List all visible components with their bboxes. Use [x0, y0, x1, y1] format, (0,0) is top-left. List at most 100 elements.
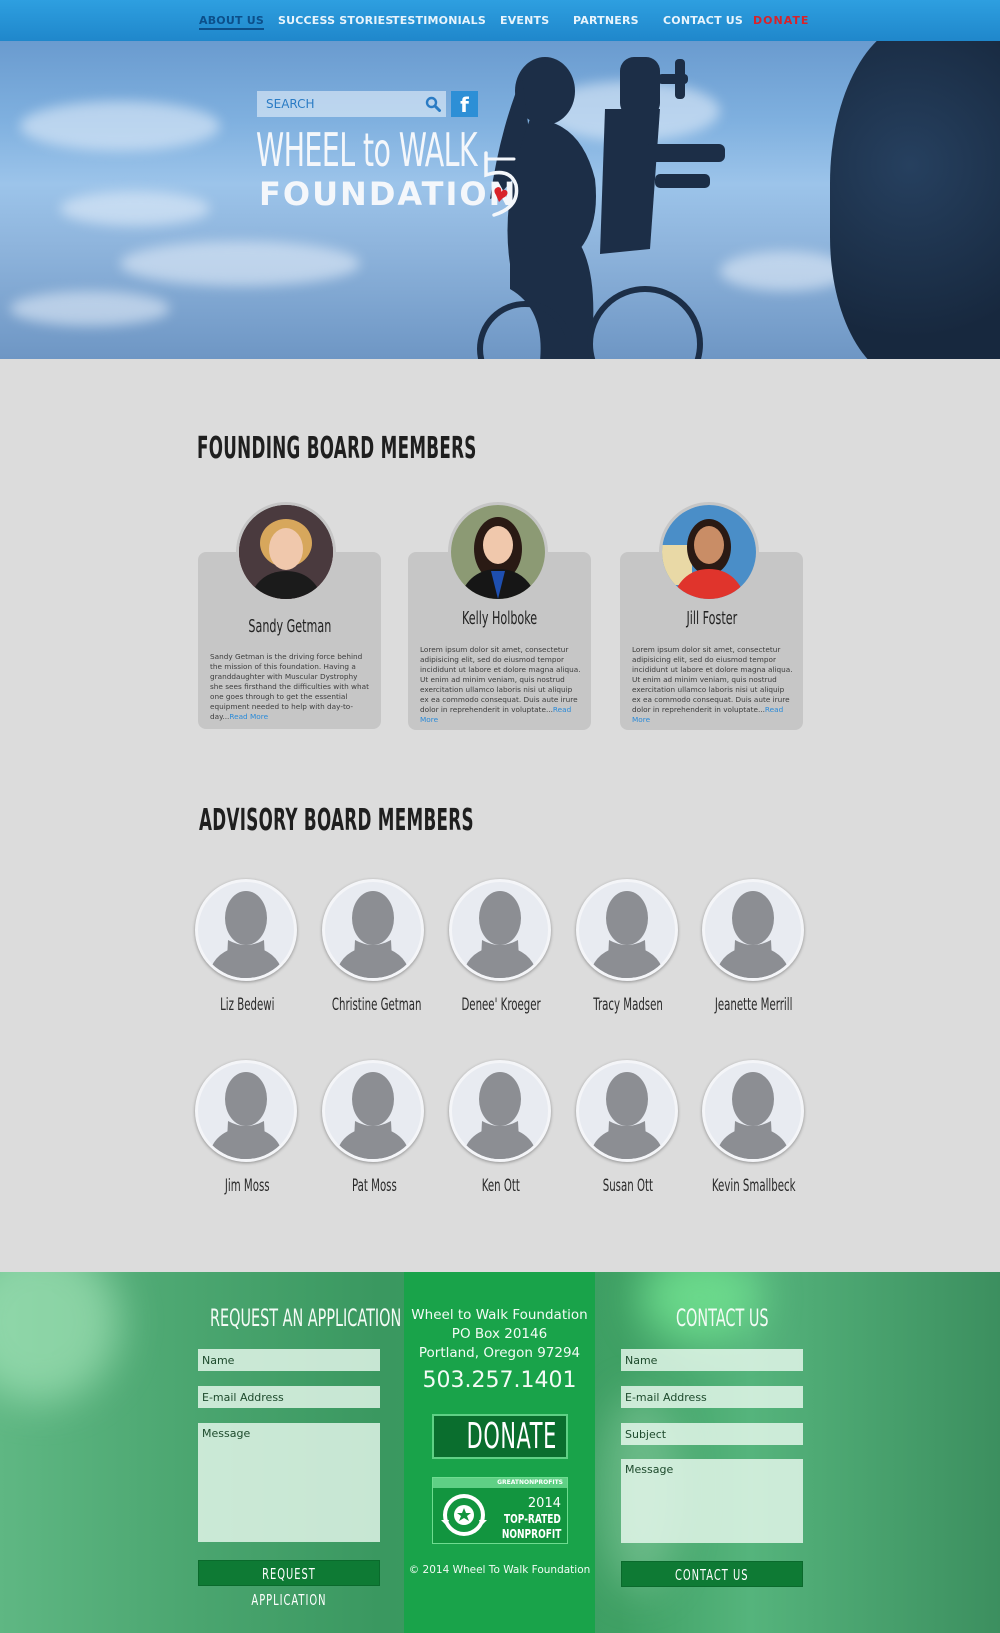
application-email-field[interactable]	[198, 1386, 380, 1408]
advisory-member: Christine Getman	[322, 879, 426, 1015]
top-navigation: ABOUT US SUCCESS STORIES TESTIMONIALS EV…	[0, 0, 1000, 41]
facebook-icon: f	[460, 93, 469, 117]
advisory-member: Susan Ott	[576, 1060, 680, 1196]
avatar-placeholder	[322, 1060, 424, 1162]
badge-line-1: TOP-RATED	[504, 1512, 561, 1526]
contact-subject-field[interactable]	[621, 1423, 803, 1445]
trees-silhouette	[830, 41, 1000, 359]
member-bio: Sandy Getman is the driving force behind…	[210, 652, 369, 721]
nav-contact-us[interactable]: CONTACT US	[663, 14, 743, 27]
advisory-member-name: Denee' Kroeger	[461, 995, 541, 1015]
phone-number[interactable]: 503.257.1401	[404, 1368, 595, 1393]
light-glow	[0, 1272, 120, 1402]
advisory-member-name: Christine Getman	[331, 995, 422, 1015]
portrait-photo	[451, 505, 545, 599]
avatar-placeholder	[195, 1060, 297, 1162]
avatar-placeholder	[702, 879, 804, 981]
copyright: © 2014 Wheel To Walk Foundation	[408, 1564, 591, 1576]
badge-line-2: NONPROFIT	[501, 1527, 561, 1541]
cloud	[60, 191, 210, 226]
advisory-member: Denee' Kroeger	[449, 879, 553, 1015]
user-silhouette-icon	[335, 1072, 411, 1159]
footer: REQUEST AN APPLICATION REQUEST APPLICATI…	[0, 1272, 1000, 1633]
advisory-member-name: Pat Moss	[351, 1176, 397, 1196]
search-button[interactable]	[420, 91, 446, 117]
user-silhouette-icon	[208, 1072, 284, 1159]
read-more-link[interactable]: Read More	[229, 712, 268, 721]
member-name: Kelly Holboke	[461, 608, 538, 629]
avatar-placeholder	[449, 879, 551, 981]
advisory-member: Tracy Madsen	[576, 879, 680, 1015]
member-name: Sandy Getman	[248, 616, 331, 637]
award-seal-icon	[441, 1494, 487, 1536]
nav-events[interactable]: EVENTS	[500, 14, 549, 27]
heart-icon	[494, 187, 508, 202]
application-message-field[interactable]	[198, 1423, 380, 1542]
avatar-placeholder	[195, 879, 297, 981]
user-silhouette-icon	[208, 891, 284, 978]
nav-about-us[interactable]: ABOUT US	[199, 14, 264, 30]
founding-board-title: FOUNDING BOARD MEMBERS	[197, 431, 477, 466]
advisory-member-name: Ken Ott	[481, 1176, 521, 1196]
user-silhouette-icon	[715, 891, 791, 978]
nav-partners[interactable]: PARTNERS	[573, 14, 639, 27]
cloud	[120, 241, 360, 286]
member-photo-jill	[659, 502, 759, 602]
advisory-member-name: Jim Moss	[224, 1176, 270, 1196]
logo-text-top: WHEEL to WALK	[256, 123, 478, 177]
hero-banner: f WHEEL to WALK FOUNDATION	[0, 41, 1000, 359]
advisory-member: Liz Bedewi	[195, 879, 299, 1015]
contact-name-field[interactable]	[621, 1349, 803, 1371]
avatar-placeholder	[322, 879, 424, 981]
advisory-member: Ken Ott	[449, 1060, 553, 1196]
po-box: PO Box 20146	[451, 1326, 548, 1342]
cloud	[10, 291, 170, 326]
badge-year: 2014	[527, 1496, 561, 1511]
contact-us-button[interactable]: CONTACT US	[621, 1561, 803, 1587]
search-icon	[425, 96, 441, 112]
portrait-photo	[239, 505, 333, 599]
advisory-member: Kevin Smallbeck	[702, 1060, 806, 1196]
application-name-field[interactable]	[198, 1349, 380, 1371]
user-silhouette-icon	[589, 891, 665, 978]
portrait-photo	[662, 505, 756, 599]
nav-donate[interactable]: DONATE	[753, 14, 809, 27]
contact-email-field[interactable]	[621, 1386, 803, 1408]
nav-testimonials[interactable]: TESTIMONIALS	[392, 14, 486, 27]
avatar-placeholder	[576, 1060, 678, 1162]
user-silhouette-icon	[462, 891, 538, 978]
advisory-board-title: ADVISORY BOARD MEMBERS	[199, 803, 474, 838]
request-application-button[interactable]: REQUEST APPLICATION	[198, 1560, 380, 1609]
foundation-logo[interactable]: WHEEL to WALK FOUNDATION	[256, 123, 526, 243]
top-rated-nonprofit-badge[interactable]: GREATNONPROFITS 2014 TOP-RATED NONPROFIT	[432, 1477, 568, 1544]
advisory-member: Jim Moss	[195, 1060, 299, 1196]
contact-us-title: CONTACT US	[676, 1304, 769, 1332]
user-silhouette-icon	[715, 1072, 791, 1159]
mailing-address: Wheel to Walk Foundation PO Box 20146 Po…	[404, 1306, 595, 1363]
advisory-member: Jeanette Merrill	[702, 879, 806, 1015]
contact-message-field[interactable]	[621, 1459, 803, 1543]
member-name: Jill Foster	[686, 608, 737, 629]
member-bio: Lorem ipsum dolor sit amet, consectetur …	[420, 645, 581, 724]
avatar-placeholder	[449, 1060, 551, 1162]
org-name: Wheel to Walk Foundation	[411, 1307, 588, 1323]
nav-success-stories[interactable]: SUCCESS STORIES	[278, 14, 393, 27]
advisory-member-name: Tracy Madsen	[593, 995, 663, 1015]
cloud	[20, 101, 220, 151]
user-silhouette-icon	[462, 1072, 538, 1159]
member-photo-kelly	[448, 502, 548, 602]
badge-header: GREATNONPROFITS	[433, 1478, 567, 1488]
search-input[interactable]	[257, 91, 420, 117]
city-line: Portland, Oregon 97294	[418, 1345, 581, 1361]
member-bio: Lorem ipsum dolor sit amet, consectetur …	[632, 645, 793, 724]
advisory-member-name: Jeanette Merrill	[715, 995, 793, 1015]
request-application-title: REQUEST AN APPLICATION	[210, 1304, 402, 1332]
facebook-button[interactable]: f	[451, 91, 478, 117]
avatar-placeholder	[702, 1060, 804, 1162]
avatar-placeholder	[576, 879, 678, 981]
advisory-member: Pat Moss	[322, 1060, 426, 1196]
advisory-member-name: Susan Ott	[602, 1176, 654, 1196]
user-silhouette-icon	[589, 1072, 665, 1159]
donate-button[interactable]: DONATE	[432, 1414, 568, 1459]
advisory-member-name: Kevin Smallbeck	[712, 1176, 796, 1196]
